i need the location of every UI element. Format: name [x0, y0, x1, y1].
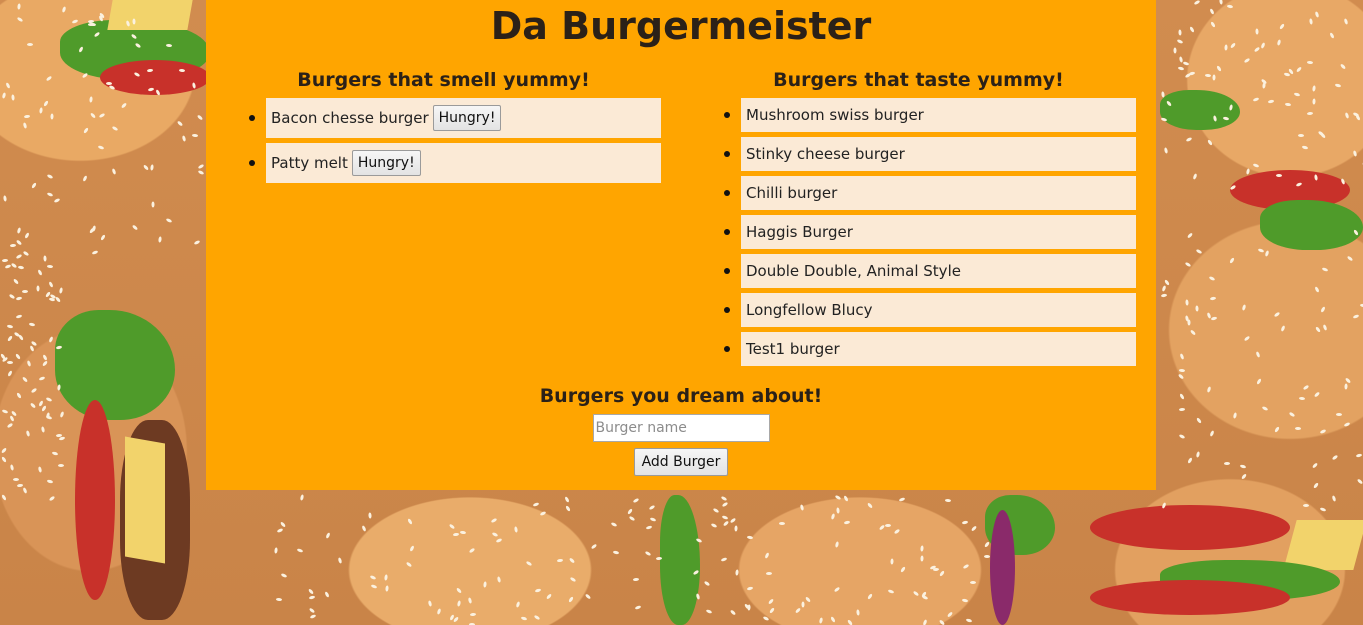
- cheese-decoration: [1283, 520, 1363, 570]
- list-item: Stinky cheese burger: [724, 137, 1136, 171]
- burger-name: Haggis Burger: [746, 223, 853, 241]
- main-panel: Da Burgermeister Burgers that smell yumm…: [206, 0, 1156, 490]
- burger-name: Mushroom swiss burger: [746, 106, 924, 124]
- burger-name: Chilli burger: [746, 184, 838, 202]
- onion-decoration: [990, 510, 1015, 625]
- taste-column: Burgers that taste yummy! Mushroom swiss…: [701, 66, 1136, 371]
- page-title: Da Burgermeister: [490, 4, 872, 48]
- tomato-decoration: [1090, 505, 1290, 550]
- list-item: Haggis Burger: [724, 215, 1136, 249]
- burger-name: Stinky cheese burger: [746, 145, 905, 163]
- burger-name: Bacon chesse burger: [271, 109, 429, 127]
- lettuce-decoration: [1260, 200, 1363, 250]
- tomato-decoration: [1090, 580, 1290, 615]
- list-item: Double Double, Animal Style: [724, 254, 1136, 288]
- lettuce-decoration: [55, 310, 175, 420]
- smell-heading: Burgers that smell yummy!: [297, 69, 590, 91]
- burger-name: Patty melt: [271, 154, 348, 172]
- list-item: Longfellow Blucy: [724, 293, 1136, 327]
- dream-heading: Burgers you dream about!: [539, 385, 823, 407]
- list-item: Test1 burger: [724, 332, 1136, 366]
- taste-heading: Burgers that taste yummy!: [773, 69, 1064, 91]
- hungry-button[interactable]: Hungry!: [351, 150, 421, 176]
- smell-column: Burgers that smell yummy! Bacon chesse b…: [226, 66, 661, 188]
- burger-name: Longfellow Blucy: [746, 301, 873, 319]
- burger-name: Double Double, Animal Style: [746, 262, 961, 280]
- list-item: Chilli burger: [724, 176, 1136, 210]
- cheese-decoration: [125, 436, 165, 564]
- hungry-button[interactable]: Hungry!: [432, 105, 502, 131]
- list-item: Patty melt Hungry!: [249, 143, 661, 183]
- tomato-decoration: [75, 400, 115, 600]
- add-burger-form: Burgers you dream about! Add Burger: [206, 381, 1156, 476]
- lettuce-decoration: [1160, 90, 1240, 130]
- list-item: Mushroom swiss burger: [724, 98, 1136, 132]
- burger-name-input[interactable]: [592, 414, 770, 442]
- burger-name: Test1 burger: [746, 340, 840, 358]
- add-burger-button[interactable]: Add Burger: [633, 448, 729, 476]
- taste-list: Mushroom swiss burger Stinky cheese burg…: [701, 98, 1136, 366]
- smell-list: Bacon chesse burger Hungry! Patty melt H…: [226, 98, 661, 183]
- cheese-decoration: [107, 0, 193, 30]
- list-item: Bacon chesse burger Hungry!: [249, 98, 661, 138]
- lettuce-decoration: [660, 495, 700, 625]
